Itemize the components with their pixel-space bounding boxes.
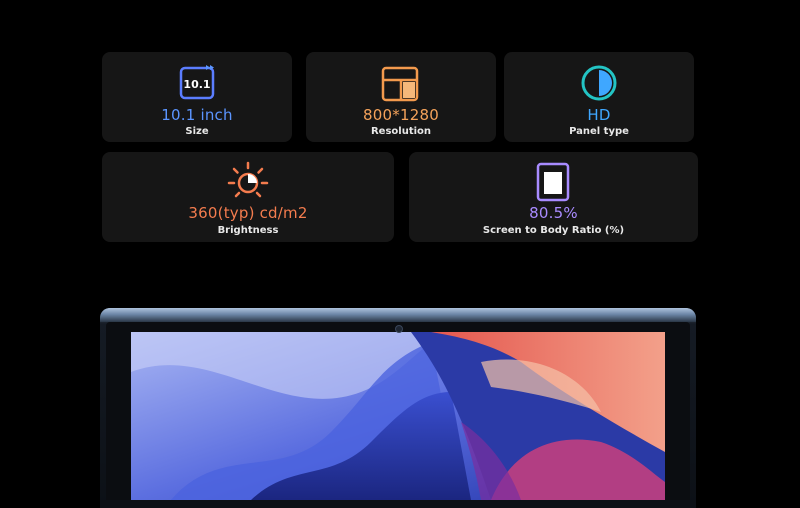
resolution-value: 800*1280 — [363, 106, 439, 124]
spec-card-resolution: 800*1280 Resolution — [306, 52, 496, 142]
screen-ratio-icon — [536, 162, 570, 202]
panel-type-value: HD — [587, 106, 611, 124]
contrast-icon — [581, 65, 617, 101]
screen-ratio-label: Screen to Body Ratio (%) — [482, 225, 625, 236]
tablet-screen-wallpaper — [131, 332, 665, 500]
resolution-label: Resolution — [370, 126, 432, 137]
size-label: Size — [185, 126, 209, 137]
wallpaper-art — [131, 332, 665, 500]
brightness-icon — [227, 161, 269, 198]
brightness-value: 360(typ) cd/m2 — [188, 204, 308, 222]
front-camera — [395, 325, 403, 333]
screen-size-icon: 10.1 — [179, 65, 215, 100]
resolution-icon — [381, 66, 419, 102]
tablet-top-edge — [100, 308, 696, 322]
spec-card-screen-ratio: 80.5% Screen to Body Ratio (%) — [409, 152, 698, 242]
screen-ratio-value: 80.5% — [529, 204, 578, 222]
panel-type-label: Panel type — [569, 126, 629, 137]
spec-card-size: 10.1 10.1 inch Size — [102, 52, 292, 142]
size-value: 10.1 inch — [161, 106, 233, 124]
spec-card-panel-type: HD Panel type — [504, 52, 694, 142]
spec-card-brightness: 360(typ) cd/m2 Brightness — [102, 152, 394, 242]
brightness-label: Brightness — [217, 225, 279, 236]
size-icon-text: 10.1 — [183, 78, 210, 91]
